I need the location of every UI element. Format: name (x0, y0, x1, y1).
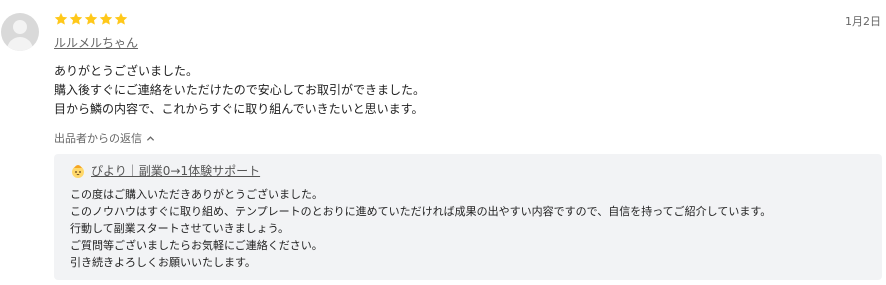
review-date: 1月2日 (845, 15, 881, 28)
seller-header: ぴより｜副業0→1体験サポート (70, 162, 260, 179)
avatar-shoulders (7, 37, 33, 51)
star-icon (99, 12, 113, 25)
reply-line: 行動して副業スタートさせていきましょう。 (70, 222, 290, 235)
avatar-head (13, 20, 27, 34)
seller-avatar-icon[interactable] (70, 163, 86, 179)
review-line: 購入後すぐにご連絡をいただけたので安心してお取引ができました。 (54, 83, 426, 97)
star-icon (84, 12, 98, 25)
review-line: 目から鱗の内容で、これからすぐに取り組んでいきたいと思います。 (54, 102, 424, 116)
star-rating (54, 12, 128, 26)
reply-line: ご質問等ございましたらお気軽にご連絡ください。 (70, 239, 323, 252)
reply-line: 引き続きよろしくお願いいたします。 (70, 256, 256, 269)
seller-name-link[interactable]: ぴより｜副業0→1体験サポート (91, 162, 260, 179)
reply-line: この度はご購入いただきありがとうございました。 (70, 188, 323, 201)
star-icon (69, 12, 83, 25)
seller-reply-toggle[interactable]: 出品者からの返信 (54, 130, 155, 146)
seller-reply-box: ぴより｜副業0→1体験サポート この度はご購入いただきありがとうございました。 … (54, 154, 882, 280)
chevron-up-icon (146, 135, 155, 141)
review-line: ありがとうございました。 (54, 64, 199, 78)
reviewer-name-link[interactable]: ルルメルちゃん (54, 34, 138, 51)
reply-toggle-label: 出品者からの返信 (54, 132, 142, 145)
seller-reply-text: この度はご購入いただきありがとうございました。 このノウハウはすぐに取り組め、テ… (70, 186, 771, 271)
star-icon (114, 12, 128, 25)
user-avatar-icon[interactable] (1, 13, 39, 51)
star-icon (54, 12, 68, 25)
reply-line: このノウハウはすぐに取り組め、テンプレートのとおりに進めていただければ成果の出や… (70, 205, 772, 218)
review-text: ありがとうございました。 購入後すぐにご連絡をいただけたので安心してお取引ができ… (54, 62, 425, 119)
